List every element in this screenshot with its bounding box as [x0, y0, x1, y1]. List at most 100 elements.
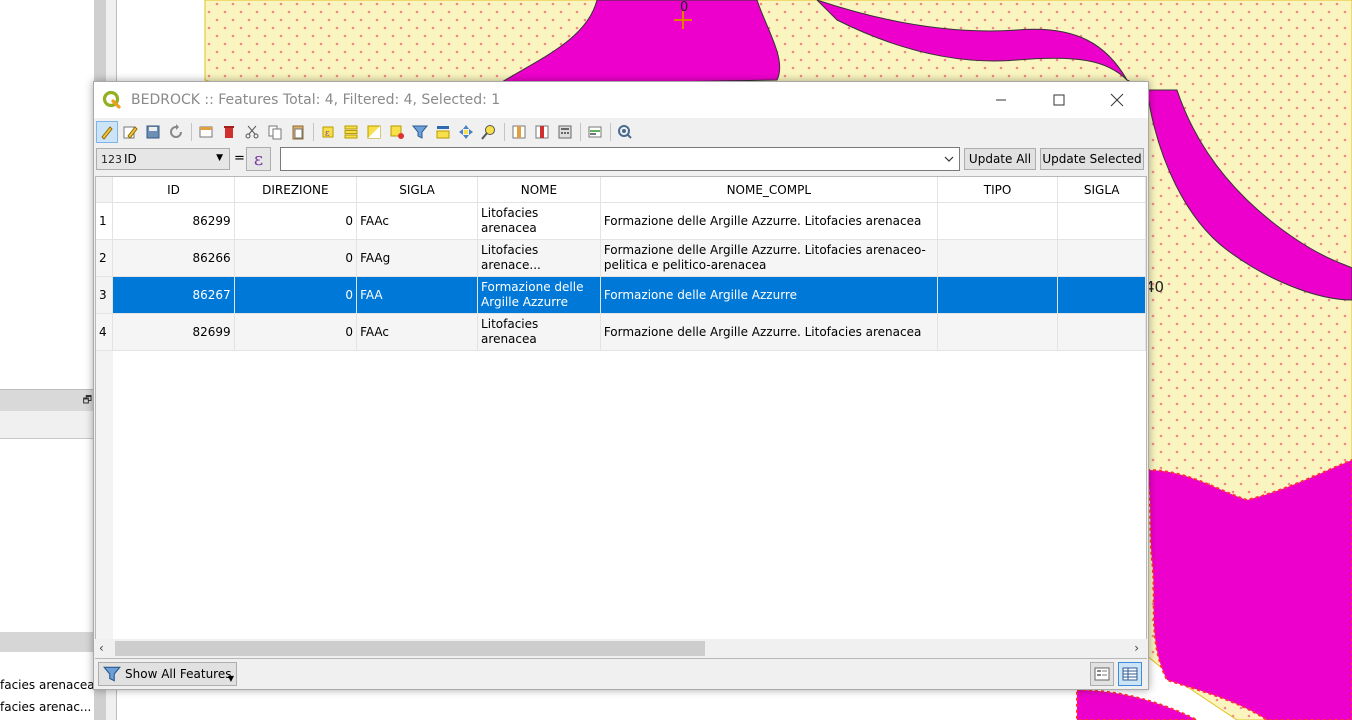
float-panel-icon[interactable]: 🗗: [83, 393, 92, 410]
toggle-editing-button[interactable]: [96, 121, 118, 143]
cell-nome[interactable]: Litofacies arenace...: [477, 239, 601, 277]
cell-id[interactable]: 82699: [112, 313, 235, 351]
paste-button[interactable]: [287, 121, 309, 143]
add-feature-button[interactable]: [195, 121, 217, 143]
reload-button[interactable]: [165, 121, 187, 143]
row-number[interactable]: 1: [96, 202, 114, 240]
horizontal-scrollbar[interactable]: ‹ ›: [95, 639, 1147, 658]
layer-label[interactable]: facies arenac...: [0, 700, 91, 714]
save-edits-button[interactable]: [142, 121, 164, 143]
expression-builder-button[interactable]: ε: [246, 147, 271, 171]
column-header-id[interactable]: ID: [112, 177, 235, 203]
cell-tipo[interactable]: [937, 202, 1059, 240]
cell-nome-compl[interactable]: Formazione delle Argille Azzurre. Litofa…: [600, 239, 938, 277]
scroll-right-icon[interactable]: ›: [1134, 641, 1139, 655]
move-selection-top-icon: [436, 126, 450, 139]
expression-input[interactable]: [280, 147, 960, 171]
form-view-button[interactable]: [1090, 662, 1114, 686]
update-selected-button[interactable]: Update Selected: [1040, 148, 1144, 170]
cell-sigla-2[interactable]: [1057, 239, 1146, 277]
column-header-sigla-2[interactable]: SIGLA: [1057, 177, 1146, 203]
cell-tipo[interactable]: [937, 313, 1059, 351]
row-number[interactable]: 3: [96, 276, 114, 314]
multi-edit-button[interactable]: [119, 121, 141, 143]
invert-selection-icon: [367, 125, 381, 139]
layer-label[interactable]: facies arenacea: [0, 678, 95, 692]
cell-nome-compl[interactable]: Formazione delle Argille Azzurre. Litofa…: [600, 313, 938, 351]
cell-nome[interactable]: Litofacies arenacea: [477, 313, 601, 351]
column-header-nome-compl[interactable]: NOME_COMPL: [600, 177, 938, 203]
cell-nome[interactable]: Formazione delle Argille Azzurre: [477, 276, 601, 314]
cell-id[interactable]: 86299: [112, 202, 235, 240]
map-label: 0: [680, 0, 689, 15]
pan-to-selection-button[interactable]: [455, 121, 477, 143]
toolbar-separator: [580, 123, 581, 141]
scrollbar-thumb[interactable]: [115, 641, 705, 656]
cell-sigla-2[interactable]: [1057, 202, 1146, 240]
close-button[interactable]: [1088, 82, 1146, 118]
cell-sigla[interactable]: FAAg: [356, 239, 479, 277]
table-row-selected[interactable]: 3 86267 0 FAA Formazione delle Argille A…: [96, 276, 1146, 314]
column-header-nome[interactable]: NOME: [477, 177, 601, 203]
deselect-button[interactable]: [386, 121, 408, 143]
filter-button[interactable]: [409, 121, 431, 143]
expression-select-icon: ε: [322, 126, 334, 139]
field-select[interactable]: 123 ID ▼: [96, 148, 230, 170]
table-view-button[interactable]: [1118, 662, 1142, 686]
minimize-button[interactable]: [972, 82, 1030, 118]
actions-button[interactable]: [614, 121, 636, 143]
update-all-button[interactable]: Update All: [964, 148, 1036, 170]
cell-direzione[interactable]: 0: [234, 202, 358, 240]
panel-toolbar: [0, 411, 94, 439]
copy-button[interactable]: [264, 121, 286, 143]
conditional-formatting-button[interactable]: [584, 121, 606, 143]
cell-direzione[interactable]: 0: [234, 276, 358, 314]
attribute-grid: ID DIREZIONE SIGLA NOME NOME_COMPL TIPO …: [96, 177, 1146, 351]
chevron-down-icon[interactable]: [944, 154, 954, 164]
cut-button[interactable]: [241, 121, 263, 143]
cell-nome-compl[interactable]: Formazione delle Argille Azzurre: [600, 276, 938, 314]
delete-field-button[interactable]: [531, 121, 553, 143]
row-number[interactable]: 4: [96, 313, 114, 351]
cell-sigla-2[interactable]: [1057, 313, 1146, 351]
column-header-direzione[interactable]: DIREZIONE: [234, 177, 358, 203]
cell-sigla[interactable]: FAA: [356, 276, 479, 314]
corner-cell[interactable]: [96, 177, 114, 203]
window-title: BEDROCK :: Features Total: 4, Filtered: …: [131, 92, 501, 108]
cell-direzione[interactable]: 0: [234, 313, 358, 351]
table-row[interactable]: 2 86266 0 FAAg Litofacies arenace... For…: [96, 239, 1146, 277]
scroll-left-icon[interactable]: ‹: [99, 641, 104, 655]
column-header-sigla[interactable]: SIGLA: [356, 177, 479, 203]
zoom-to-selection-button[interactable]: [478, 121, 500, 143]
cell-id[interactable]: 86266: [112, 239, 235, 277]
delete-field-icon: [535, 125, 549, 139]
maximize-button[interactable]: [1030, 82, 1088, 118]
cell-id[interactable]: 86267: [112, 276, 235, 314]
cell-nome-compl[interactable]: Formazione delle Argille Azzurre. Litofa…: [600, 202, 938, 240]
new-field-button[interactable]: [508, 121, 530, 143]
select-all-button[interactable]: [340, 121, 362, 143]
expression-select-button[interactable]: ε: [317, 121, 339, 143]
show-all-features-button[interactable]: Show All Features ▼: [98, 662, 237, 686]
invert-selection-button[interactable]: [363, 121, 385, 143]
cell-direzione[interactable]: 0: [234, 239, 358, 277]
show-all-features-label: Show All Features: [125, 667, 232, 681]
move-selection-top-button[interactable]: [432, 121, 454, 143]
new-field-icon: [512, 125, 526, 139]
table-row[interactable]: 1 86299 0 FAAc Litofacies arenacea Forma…: [96, 202, 1146, 240]
row-number[interactable]: 2: [96, 239, 114, 277]
attribute-table[interactable]: ID DIREZIONE SIGLA NOME NOME_COMPL TIPO …: [95, 176, 1147, 659]
cell-sigla[interactable]: FAAc: [356, 313, 479, 351]
cell-nome[interactable]: Litofacies arenacea: [477, 202, 601, 240]
field-calculator-button[interactable]: [554, 121, 576, 143]
toolbar-separator: [610, 123, 611, 141]
cell-tipo[interactable]: [937, 276, 1059, 314]
cell-sigla[interactable]: FAAc: [356, 202, 479, 240]
column-header-tipo[interactable]: TIPO: [937, 177, 1059, 203]
delete-feature-button[interactable]: [218, 121, 240, 143]
cell-sigla-2[interactable]: [1057, 276, 1146, 314]
zoom-to-selection-icon: [481, 125, 495, 140]
title-bar[interactable]: BEDROCK :: Features Total: 4, Filtered: …: [94, 82, 1148, 118]
cell-tipo[interactable]: [937, 239, 1059, 277]
table-row[interactable]: 4 82699 0 FAAc Litofacies arenacea Forma…: [96, 313, 1146, 351]
